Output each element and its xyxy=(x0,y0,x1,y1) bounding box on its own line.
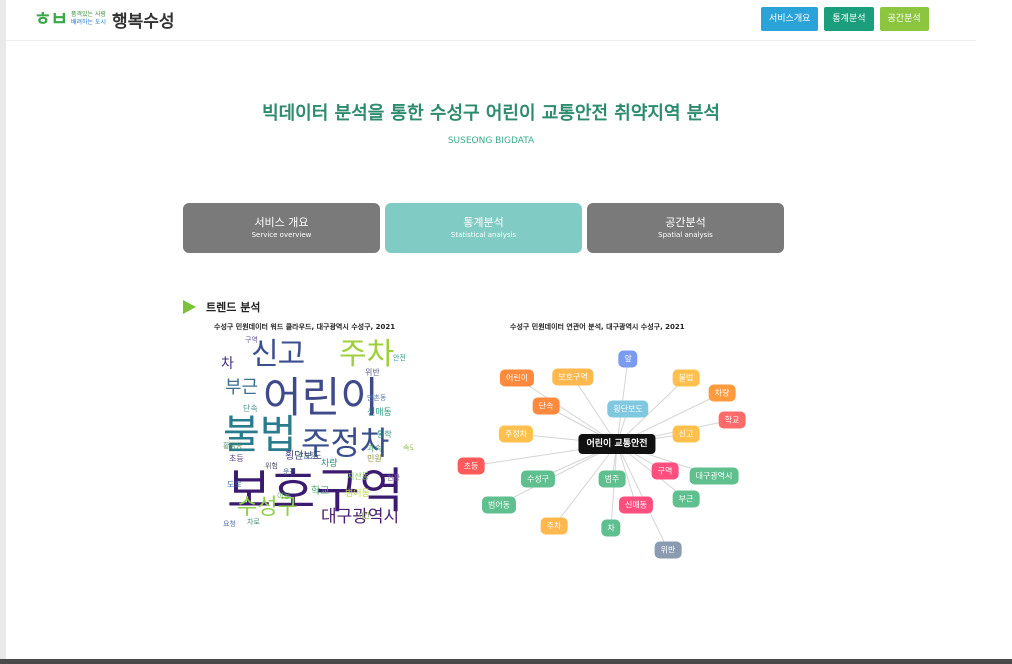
tab-label: 서비스 개요 xyxy=(254,216,309,229)
network-node: 단속 xyxy=(532,397,560,415)
nav-spatial-button[interactable]: 공간분석 xyxy=(879,7,929,31)
word-cloud-image: 보호구역 어린이 불법 주정차 주차 신고 수성구 대구광역시 부근 횡단보도 차 차량 학교 범어동 신매… xyxy=(217,335,413,532)
section-header: 트렌드 분석 xyxy=(183,299,260,315)
tab-statistical-analysis[interactable]: 통계분석 Statistical analysis xyxy=(385,203,582,253)
association-network-graph: 앞어린이 보호구역 불법차량단속 횡단보도학교주정차 신고초등수성구 범주 구역 대구광역시범… xyxy=(450,340,780,565)
word-cloud-word: 지산동 xyxy=(347,472,370,481)
network-node: 부근 xyxy=(672,490,700,508)
play-icon xyxy=(183,300,196,314)
network-node: 위반 xyxy=(654,541,682,559)
nav-service-overview-button[interactable]: 서비스개요 xyxy=(761,7,819,31)
network-node: 범주 xyxy=(598,470,626,488)
nav-statistics-button[interactable]: 통계분석 xyxy=(824,7,874,31)
tab-service-overview[interactable]: 서비스 개요 Service overview xyxy=(183,203,380,253)
word-cloud-word: 수성구 xyxy=(237,495,298,520)
word-cloud-word: 통학 xyxy=(377,430,392,439)
word-cloud-word: 과속 xyxy=(367,444,382,453)
network-node: 신고 xyxy=(672,425,700,443)
network-node: 학교 xyxy=(718,411,746,429)
tab-sublabel: Spatial analysis xyxy=(658,231,713,239)
site-logo[interactable]: ㅎㅂ 품격있는 사람 배려하는 도시 행복수성 xyxy=(34,6,175,32)
word-cloud-word: 현장 xyxy=(387,474,400,482)
word-cloud-word: 부근 xyxy=(225,377,259,398)
network-node: 차 xyxy=(601,519,621,537)
word-cloud-word: 속도 xyxy=(403,444,413,452)
bottom-bar xyxy=(0,659,1012,664)
word-cloud-word: 차 xyxy=(221,356,234,372)
logo-mark: ㅎㅂ xyxy=(34,7,68,30)
word-cloud-word: 주차 xyxy=(339,337,395,372)
network-node: 불법 xyxy=(672,369,700,387)
word-cloud-word: 차량 xyxy=(321,459,338,469)
network-node: 보호구역 xyxy=(552,368,594,386)
logo-slogan: 품격있는 사람 배려하는 도시 xyxy=(70,11,106,26)
word-cloud-word: 신고 xyxy=(251,337,305,372)
tab-sublabel: Service overview xyxy=(251,231,312,239)
network-node: 주차 xyxy=(540,517,568,535)
word-cloud-word: 도로 xyxy=(227,480,242,489)
word-cloud-word: 범어동 xyxy=(345,489,370,499)
network-node: 주정차 xyxy=(498,425,534,443)
tab-label: 통계분석 xyxy=(463,216,504,229)
word-cloud-word: 만촌동 xyxy=(367,394,387,402)
network-node: 횡단보도 xyxy=(607,400,649,418)
right-gutter xyxy=(976,0,1012,664)
wordcloud-caption: 수성구 민원데이터 워드 클라우드, 대구광역시 수성구, 2021 xyxy=(214,323,396,331)
word-cloud-word: 안전 xyxy=(393,354,406,362)
tab-spatial-analysis[interactable]: 공간분석 Spatial analysis xyxy=(587,203,784,253)
word-cloud-word: 위험 xyxy=(265,462,278,470)
word-cloud-word: 단속 xyxy=(243,404,258,413)
word-cloud-word: 신매동 xyxy=(367,408,392,418)
network-node: 초등 xyxy=(457,457,485,475)
word-cloud-word: 민원 xyxy=(367,454,382,463)
network-node: 대구광역시 xyxy=(689,467,739,485)
network-node: 범어동 xyxy=(481,496,517,514)
tab-sublabel: Statistical analysis xyxy=(450,231,517,239)
network-node: 신매동 xyxy=(618,496,654,514)
word-cloud-word: 학교 xyxy=(311,486,330,497)
network-node: 차량 xyxy=(708,384,736,402)
network-center-node: 어린이 교통안전 xyxy=(578,434,656,454)
network-node: 수성구 xyxy=(520,470,556,488)
word-cloud-word: 운전 xyxy=(283,468,296,476)
word-cloud-word: 요청 xyxy=(223,520,236,528)
network-node: 어린이 xyxy=(499,369,535,387)
word-cloud-word: 황금동 xyxy=(223,442,243,450)
section-title: 트렌드 분석 xyxy=(206,301,261,314)
word-cloud-word: 위반 xyxy=(365,368,380,377)
top-header: ㅎㅂ 품격있는 사람 배려하는 도시 행복수성 서비스개요 통계분석 공간분석 xyxy=(6,0,976,41)
word-cloud-word: 이동 xyxy=(277,492,290,500)
page-subtitle: SUSEONG BIGDATA xyxy=(447,136,535,146)
tab-label: 공간분석 xyxy=(665,216,706,229)
page-title: 빅데이터 분석을 통한 수성구 어린이 교통안전 취약지역 분석 xyxy=(262,103,720,124)
network-node: 앞 xyxy=(618,350,638,368)
word-cloud-word: 시간 xyxy=(357,512,370,520)
word-cloud-word: 초등 xyxy=(229,454,244,463)
top-nav: 서비스개요 통계분석 공간분석 xyxy=(761,7,929,31)
word-cloud-word: 구역 xyxy=(245,336,258,344)
network-node: 구역 xyxy=(651,462,679,480)
network-caption: 수성구 민원데이터 연관어 분석, 대구광역시 수성구, 2021 xyxy=(510,323,685,331)
logo-name: 행복수성 xyxy=(112,11,175,32)
word-cloud-word: 주차장 xyxy=(297,452,317,460)
word-cloud-word: 차로 xyxy=(247,518,260,526)
